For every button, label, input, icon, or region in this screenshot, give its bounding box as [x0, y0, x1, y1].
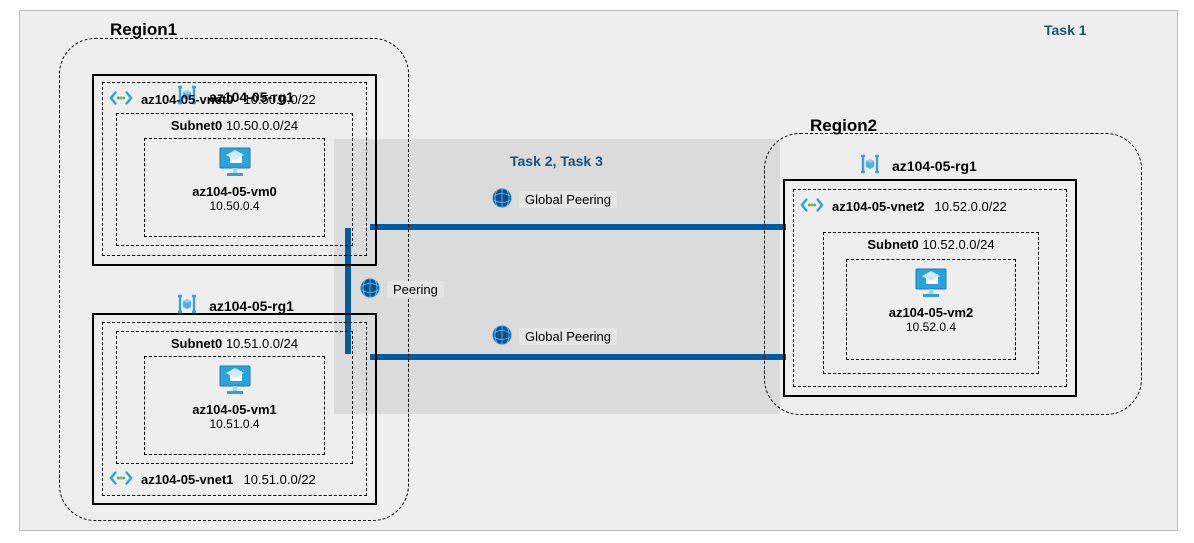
region2-subnet-name: Subnet0	[867, 237, 918, 252]
vnet-icon	[109, 469, 133, 490]
region1-rgb-subnet-cidr: 10.51.0.0/24	[226, 336, 298, 351]
vnet-icon	[109, 89, 133, 110]
region1-rgb-subnet-title: Subnet0 10.51.0.0/24	[117, 332, 352, 351]
peering-global-top-label: Global Peering	[491, 187, 617, 212]
region1-title: Region1	[104, 20, 183, 40]
region1-rgb-vnet-cidr: 10.51.0.0/22	[244, 472, 316, 487]
region1-rgb-vm-label: az104-05-vm1 10.51.0.4	[145, 400, 324, 431]
globe-peering-icon	[491, 324, 513, 349]
region2-subnet-cidr: 10.52.0.0/24	[922, 237, 994, 252]
connector-global-top	[370, 224, 786, 230]
region1-rga-vm-box: az104-05-vm0 10.50.0.4	[144, 138, 325, 237]
region2-vm-box: az104-05-vm2 10.52.0.4	[846, 259, 1016, 360]
region1-rgb-vm-box: az104-05-vm1 10.51.0.4	[144, 356, 325, 455]
architecture-diagram: Task 1 Task 2, Task 3 Region1 Region2 az…	[0, 0, 1194, 543]
peering-global-bottom-label: Global Peering	[491, 324, 617, 349]
peering-local-text: Peering	[387, 281, 444, 298]
resource-group-icon	[175, 292, 199, 319]
vm-icon	[217, 363, 253, 400]
region1-rga-vnet-cidr: 10.50.0.0/22	[244, 92, 316, 107]
region2-vnet-cidr: 10.52.0.0/22	[935, 199, 1007, 214]
region1-rga-subnet-title: Subnet0 10.50.0.0/24	[117, 114, 352, 133]
vm-icon	[913, 266, 949, 303]
region2-rg-header: az104-05-rg1	[848, 145, 977, 187]
peering-global-top-text: Global Peering	[519, 191, 617, 208]
region1-rga-vm-ip: 10.50.0.4	[145, 199, 324, 213]
region1-rgb-vnet-header: az104-05-vnet1 10.51.0.0/22	[103, 463, 316, 493]
connector-global-bottom	[370, 354, 786, 360]
resource-group-icon	[858, 152, 882, 179]
region1-rgb-subnet-name: Subnet0	[171, 336, 222, 351]
peering-local-label: Peering	[359, 277, 444, 302]
region1-rga-vm-name: az104-05-vm0	[145, 182, 324, 199]
region2-vnet-header: az104-05-vnet2 10.52.0.0/22	[794, 190, 1066, 220]
region2-rg-name: az104-05-rg1	[892, 158, 977, 174]
region2-vm-label: az104-05-vm2 10.52.0.4	[847, 303, 1015, 334]
region1-rgb-vnet-name: az104-05-vnet1	[141, 472, 234, 487]
region2-vm-ip: 10.52.0.4	[847, 320, 1015, 334]
task1-label: Task 1	[1044, 22, 1087, 38]
region1-rgb-vm-ip: 10.51.0.4	[145, 417, 324, 431]
region1-rga-subnet-cidr: 10.50.0.0/24	[226, 118, 298, 133]
globe-peering-icon	[491, 187, 513, 212]
vm-icon	[217, 145, 253, 182]
region2-subnet-title: Subnet0 10.52.0.0/24	[824, 233, 1038, 252]
region1-rga-subnet-name: Subnet0	[171, 118, 222, 133]
vnet-icon	[800, 196, 824, 217]
region1-rga-vnet-name: az104-05-vnet0	[141, 92, 234, 107]
task23-label: Task 2, Task 3	[510, 153, 603, 169]
peering-global-bottom-text: Global Peering	[519, 328, 617, 345]
region1-rga-vnet-header: az104-05-vnet0 10.50.0.0/22	[103, 83, 366, 113]
globe-peering-icon	[359, 277, 381, 302]
region2-vm-name: az104-05-vm2	[847, 303, 1015, 320]
region2-title: Region2	[804, 116, 883, 136]
region1-rga-vm-label: az104-05-vm0 10.50.0.4	[145, 182, 324, 213]
region1-rgb-name: az104-05-rg1	[209, 298, 294, 314]
region1-rgb-vm-name: az104-05-vm1	[145, 400, 324, 417]
region2-vnet-name: az104-05-vnet2	[832, 199, 925, 214]
region1-rgb-header: az104-05-rg1	[94, 285, 375, 327]
